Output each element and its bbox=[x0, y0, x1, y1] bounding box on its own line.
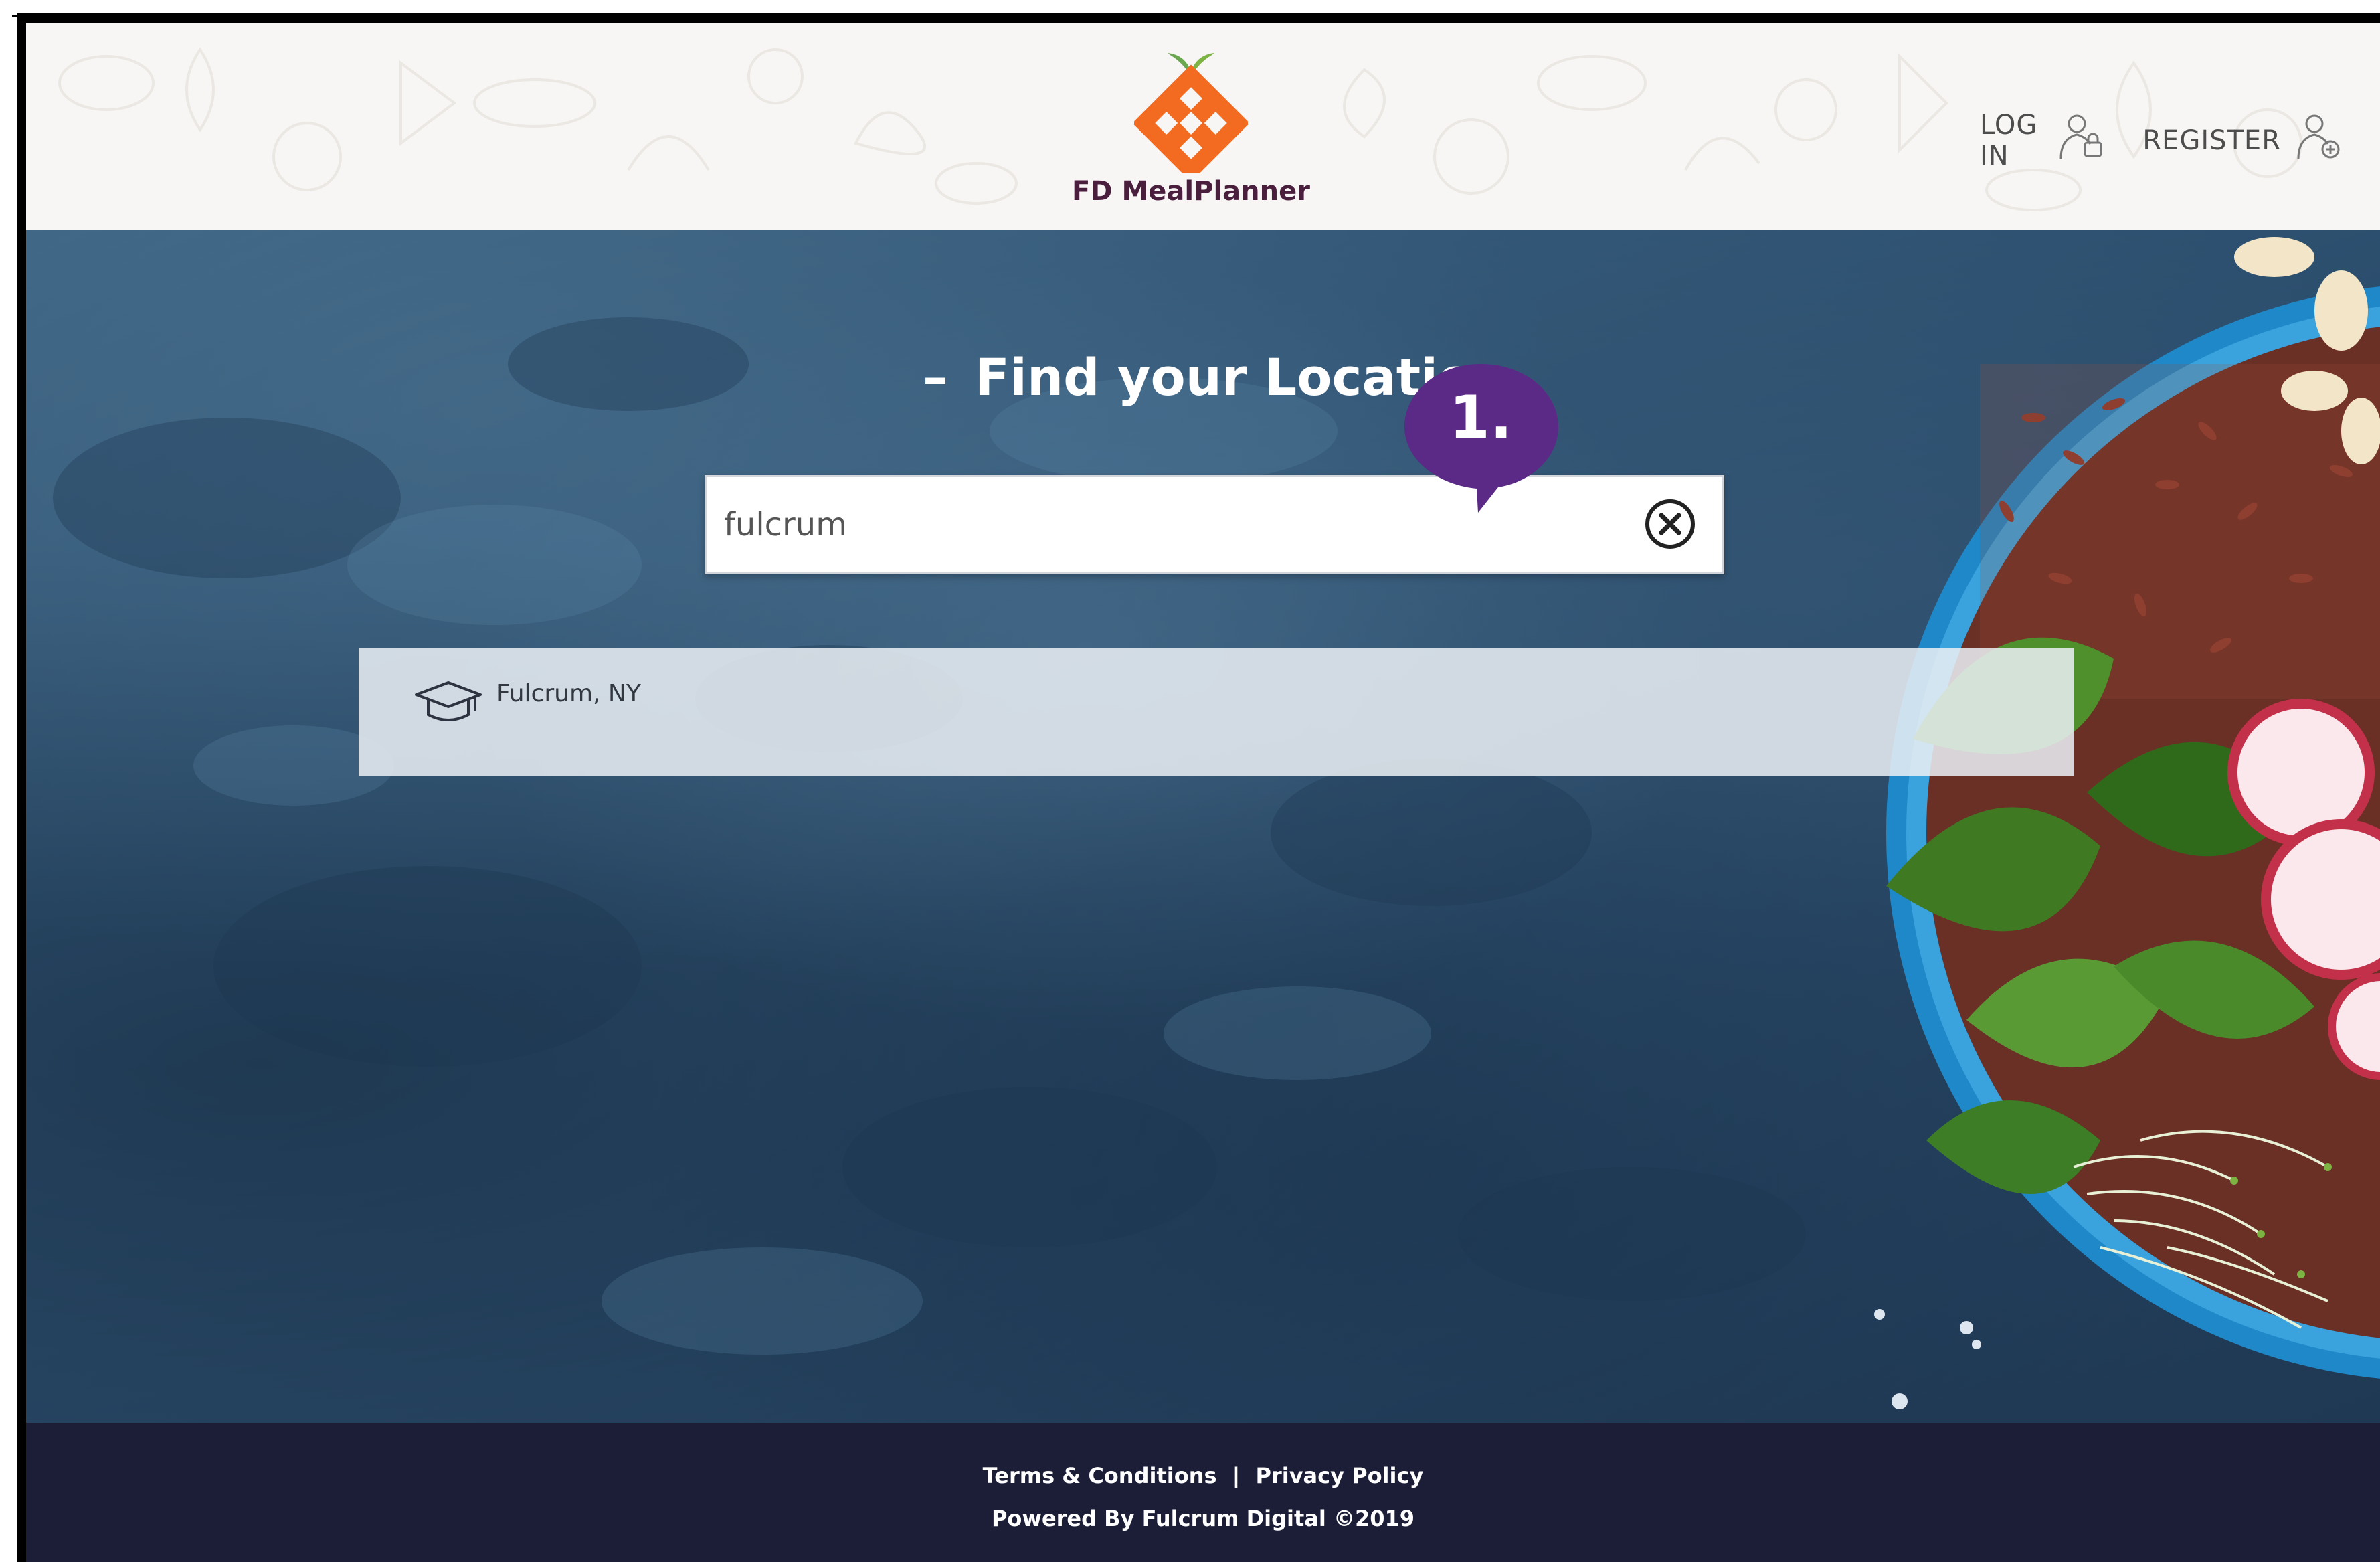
privacy-link[interactable]: Privacy Policy bbox=[1255, 1463, 1423, 1488]
close-circle-icon bbox=[1645, 499, 1695, 549]
frame-marker bbox=[12, 15, 17, 17]
step-callout: 1. bbox=[1398, 357, 1572, 518]
clear-search-button[interactable] bbox=[1643, 497, 1697, 551]
login-link[interactable]: LOG IN bbox=[1980, 110, 2105, 171]
suggestion-label: Fulcrum, NY bbox=[496, 679, 641, 707]
header-nav: LOG IN REGISTER bbox=[1980, 110, 2380, 171]
suggestion-list: Fulcrum, NY bbox=[359, 648, 2074, 776]
step-number: 1. bbox=[1449, 383, 1513, 452]
site-header: FD MealPlanner LOG IN REGISTER bbox=[26, 23, 2380, 230]
login-label: LOG IN bbox=[1980, 110, 2038, 171]
user-lock-icon bbox=[2058, 112, 2105, 169]
site-footer: Terms & Conditions | Privacy Policy Powe… bbox=[26, 1423, 2380, 1562]
brand-name: FD MealPlanner bbox=[1072, 176, 1310, 207]
powered-by-text: Powered By Fulcrum Digital ©2019 bbox=[991, 1506, 1415, 1531]
register-link[interactable]: REGISTER bbox=[2142, 112, 2343, 169]
terms-link[interactable]: Terms & Conditions bbox=[983, 1463, 1217, 1488]
register-label: REGISTER bbox=[2142, 125, 2281, 156]
carrot-logo-icon bbox=[1134, 53, 1248, 173]
salad-bowl-image bbox=[1874, 237, 2380, 1409]
list-item[interactable]: Fulcrum, NY bbox=[414, 680, 641, 727]
app-window: FD MealPlanner LOG IN REGISTER – Find yo… bbox=[17, 13, 2380, 1562]
hero-section: –Find your Location 1. bbox=[26, 230, 2380, 1423]
brand-logo[interactable]: FD MealPlanner bbox=[1064, 46, 1318, 227]
footer-links: Terms & Conditions | Privacy Policy bbox=[26, 1463, 2380, 1488]
graduation-cap-icon bbox=[415, 681, 482, 721]
user-add-icon bbox=[2296, 112, 2343, 169]
footer-separator: | bbox=[1232, 1463, 1241, 1488]
title-dash: – bbox=[923, 347, 948, 407]
